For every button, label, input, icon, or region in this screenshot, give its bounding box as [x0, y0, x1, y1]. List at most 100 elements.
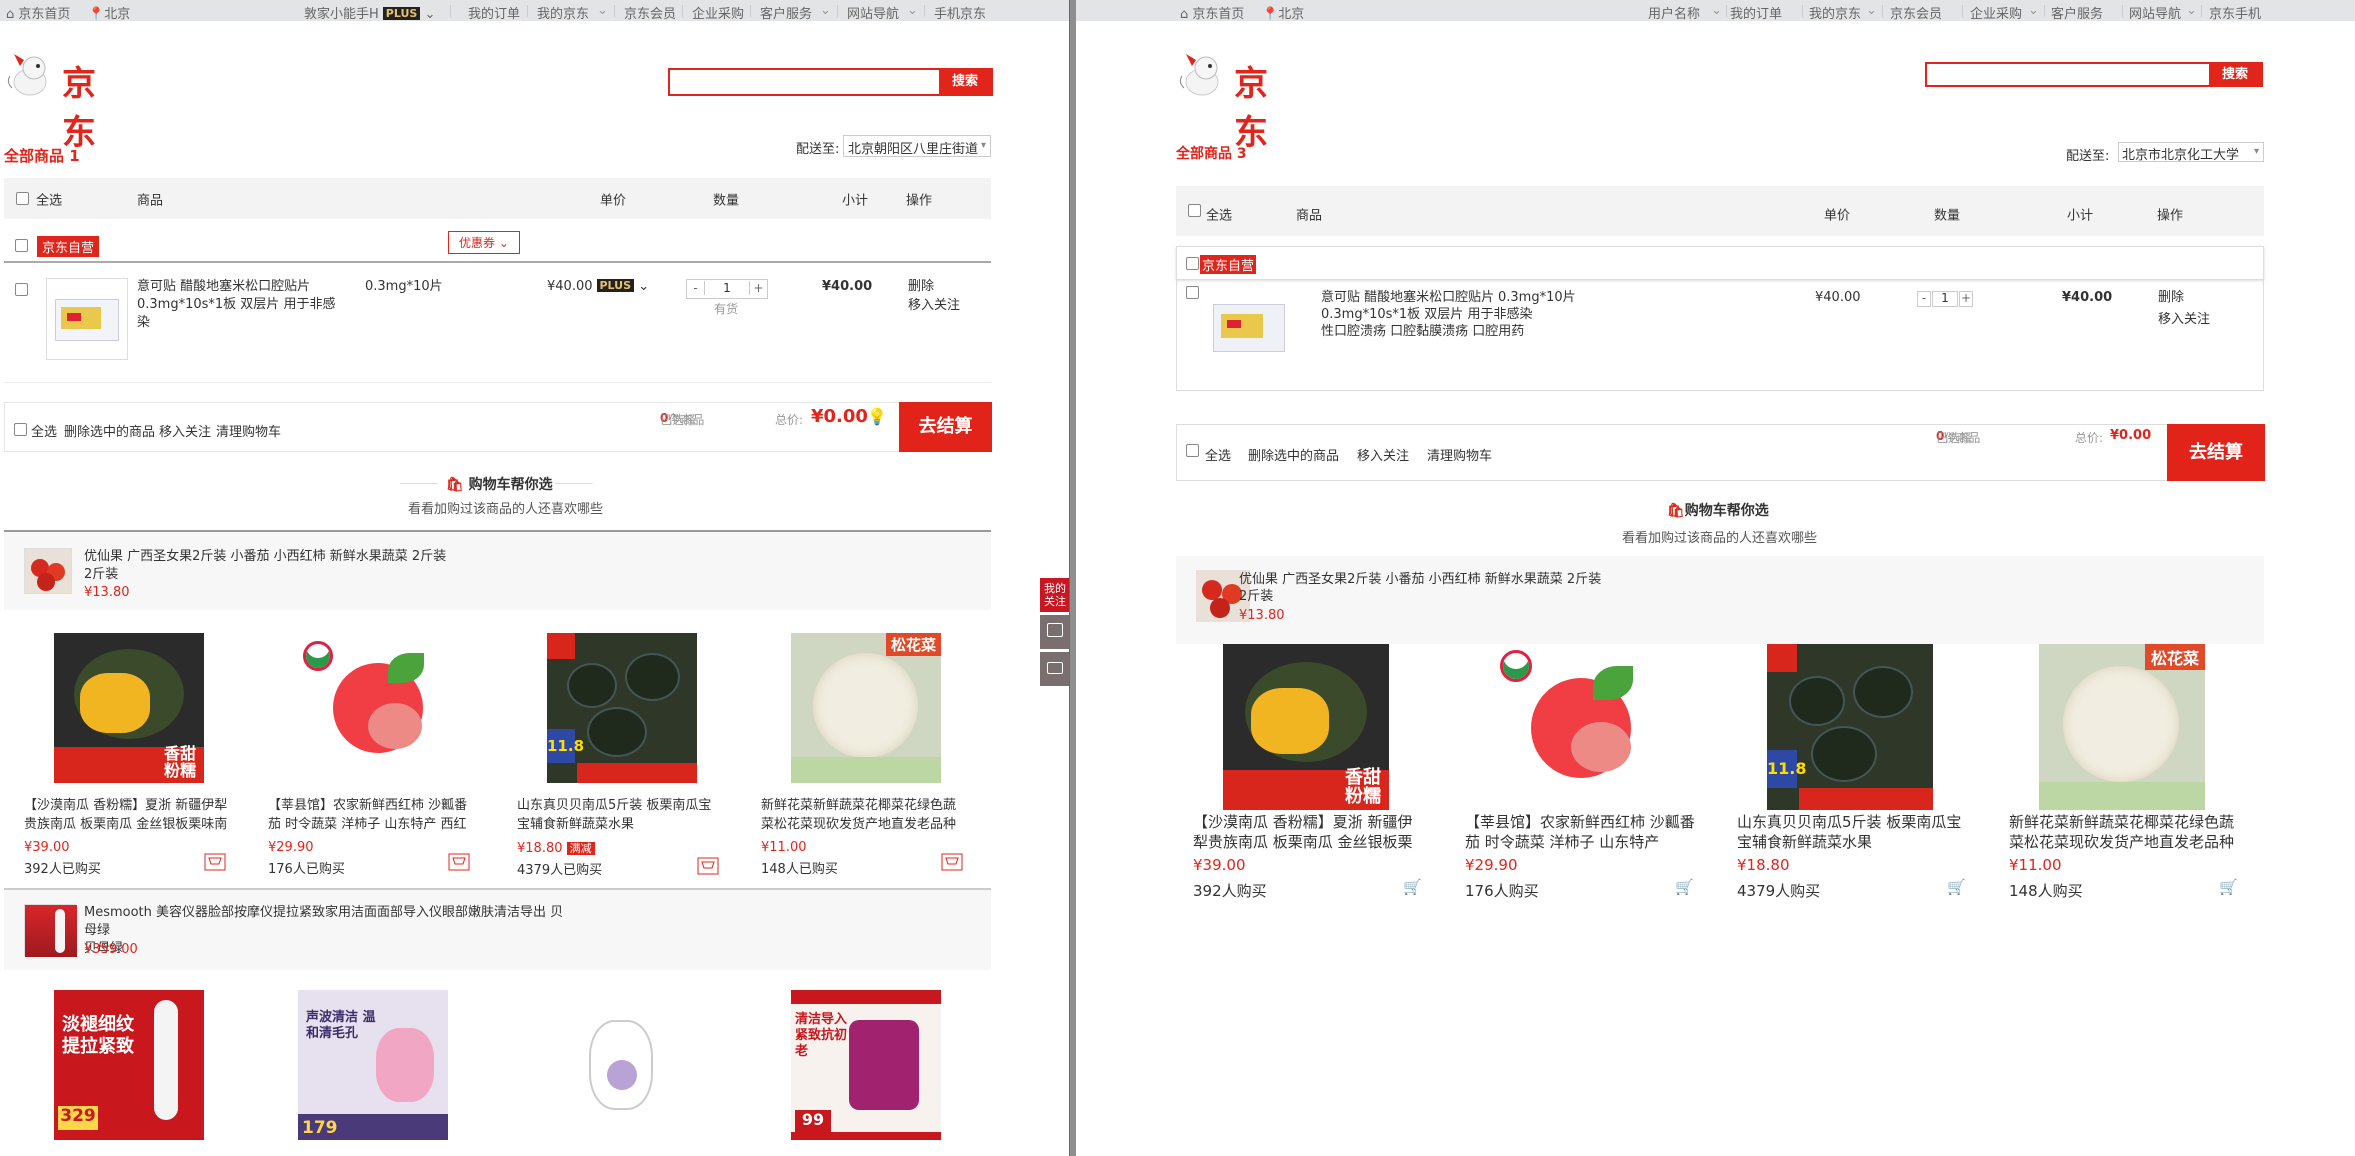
- add-to-cart-icon[interactable]: [204, 853, 226, 871]
- item-checkbox[interactable]: [1186, 286, 1199, 299]
- nav-my-orders[interactable]: 我的订单: [1730, 3, 1782, 22]
- product-price: ¥39.00: [24, 840, 70, 855]
- nav-customer-service[interactable]: 客户服务: [760, 3, 812, 22]
- header-select-all: 全选: [1206, 208, 1233, 224]
- product-card[interactable]: 清洁导入 紧致抗初老 99: [791, 990, 941, 1140]
- summary-move-favorite-link[interactable]: 移入关注: [1357, 445, 1409, 464]
- product-card[interactable]: 【莘县馆】农家新鲜西红柿 沙瓤番茄 时令蔬菜 洋柿子 山东特产 ¥29.90 1…: [1465, 644, 1695, 904]
- select-all-checkbox[interactable]: [1188, 204, 1201, 217]
- product-card[interactable]: 11.8 山东真贝贝南瓜5斤装 板栗南瓜宝宝辅食新鲜蔬菜水果 ¥18.80 43…: [1737, 644, 1967, 904]
- item-title[interactable]: 意可贴 醋酸地塞米松口腔贴片 0.3mg*10s*1板 双层片 用于非感染: [137, 278, 347, 332]
- nav-site-map[interactable]: 网站导航: [2129, 3, 2181, 22]
- jd-logo[interactable]: 京东: [4, 52, 96, 153]
- nav-enterprise[interactable]: 企业采购: [692, 3, 744, 22]
- nav-mobile-jd[interactable]: 京东手机: [2209, 3, 2261, 22]
- product-thumbnail[interactable]: [46, 278, 128, 360]
- location-link[interactable]: 📍北京: [1262, 3, 1304, 22]
- summary-move-favorite-link[interactable]: 移入关注: [159, 421, 211, 440]
- selected-count-text: 已选择 0 件商品: [1936, 429, 1981, 445]
- product-card[interactable]: 香甜粉糯 【沙漠南瓜 香粉糯】夏浙 新疆伊犁贵族南瓜 板栗南瓜 金丝银板栗味南瓜…: [24, 633, 227, 883]
- add-to-cart-icon[interactable]: [941, 853, 963, 871]
- nav-my-jd[interactable]: 我的京东: [1809, 3, 1861, 22]
- nav-my-orders[interactable]: 我的订单: [468, 3, 520, 22]
- qty-decrease-button[interactable]: -: [1917, 291, 1931, 307]
- product-card[interactable]: 香甜粉糯 【沙漠南瓜 香粉糯】夏浙 新疆伊犁贵族南瓜 板栗南瓜 金丝银板栗 ¥3…: [1193, 644, 1423, 904]
- product-card[interactable]: 松花菜 新鲜花菜新鲜蔬菜花椰菜花绿色蔬菜松花菜现砍发货产地直发老品种农家自种 ¥…: [761, 633, 963, 883]
- qty-input[interactable]: 1: [1932, 291, 1958, 307]
- location-link[interactable]: 📍北京: [88, 3, 130, 22]
- all-goods-tab[interactable]: 全部商品 1: [4, 145, 80, 166]
- wallet-sidebar-button[interactable]: [1040, 652, 1069, 686]
- nav-mobile-jd[interactable]: 手机京东: [934, 3, 986, 22]
- clear-cart-link[interactable]: 清理购物车: [216, 421, 281, 440]
- add-to-cart-icon[interactable]: [697, 857, 719, 875]
- checkout-button[interactable]: 去结算: [899, 402, 992, 452]
- move-favorite-link[interactable]: 移入关注: [908, 297, 960, 315]
- select-all-checkbox[interactable]: [16, 192, 29, 205]
- nav-customer-service[interactable]: 客户服务: [2051, 3, 2103, 22]
- move-favorite-link[interactable]: 移入关注: [2158, 311, 2210, 329]
- user-name-link[interactable]: 敦家小能手H PLUS ⌄: [304, 3, 435, 22]
- nav-user-name[interactable]: 用户名称: [1648, 3, 1700, 22]
- search-input[interactable]: [1927, 64, 2211, 85]
- nav-my-jd[interactable]: 我的京东: [537, 3, 589, 22]
- search-button[interactable]: 搜索: [2209, 64, 2261, 85]
- summary-select-all-checkbox[interactable]: [14, 423, 27, 436]
- item-checkbox[interactable]: [15, 283, 28, 296]
- buyers-count: 392人已购买: [24, 862, 101, 877]
- add-to-cart-icon[interactable]: [448, 853, 470, 871]
- product-card[interactable]: 声波清洁 温和清毛孔 179: [298, 990, 448, 1140]
- home-link[interactable]: ⌂ 京东首页: [1180, 3, 1244, 22]
- nav-enterprise[interactable]: 企业采购: [1970, 3, 2022, 22]
- product-thumbnail[interactable]: [1211, 300, 1289, 358]
- product-card[interactable]: 【莘县馆】农家新鲜西红柿 沙瓤番茄 时令蔬菜 洋柿子 山东特产 西红柿 ¥29.…: [268, 633, 470, 883]
- cart-icon[interactable]: 🛒: [1403, 878, 1422, 896]
- qty-input[interactable]: 1: [705, 281, 749, 295]
- cart-icon[interactable]: 🛒: [2219, 878, 2238, 896]
- all-goods-tab[interactable]: 全部商品 3: [1176, 143, 1247, 163]
- summary-select-all-checkbox[interactable]: [1186, 444, 1199, 457]
- coupon-button[interactable]: 优惠券 ⌄: [448, 231, 520, 254]
- recommend-source-item[interactable]: 优仙果 广西圣女果2斤装 小番茄 小西红柿 新鲜水果蔬菜 2斤装 2斤装 ¥13.…: [4, 532, 991, 610]
- buyers-count: 176人购买: [1465, 882, 1539, 900]
- qty-increase-button[interactable]: +: [749, 281, 767, 295]
- product-card[interactable]: 松花菜 新鲜花菜新鲜蔬菜花椰菜花绿色蔬菜松花菜现砍发货产地直发老品种 ¥11.0…: [2009, 644, 2239, 904]
- recommend-source-item[interactable]: 优仙果 广西圣女果2斤装 小番茄 小西红柿 新鲜水果蔬菜 2斤装 2斤装 ¥13.…: [1176, 556, 2264, 644]
- qty-decrease-button[interactable]: -: [687, 281, 705, 295]
- my-favorite-button[interactable]: 我的关注: [1040, 578, 1069, 612]
- search-button[interactable]: 搜索: [939, 70, 991, 94]
- shop-checkbox[interactable]: [15, 239, 28, 252]
- chevron-down-icon: ⌄: [2028, 3, 2039, 18]
- clear-cart-link[interactable]: 清理购物车: [1427, 445, 1492, 464]
- delete-link[interactable]: 删除: [908, 278, 934, 296]
- product-card[interactable]: 淡褪细纹 提拉紧致 329: [54, 990, 204, 1140]
- source-item-title: Mesmooth 美容仪器脸部按摩仪提拉紧致家用洁面面部导入仪眼部嫩肤清洁导出 …: [84, 905, 564, 956]
- cart-sidebar-button[interactable]: [1040, 615, 1069, 649]
- product-card[interactable]: [547, 990, 697, 1140]
- selected-count-text[interactable]: 已选择 0 件商品 ⌃: [660, 411, 704, 427]
- shop-tag[interactable]: 京东自营: [1200, 255, 1257, 274]
- product-image: 香甜粉糯: [1223, 644, 1389, 810]
- product-image: [298, 633, 448, 783]
- window-divider[interactable]: [1069, 0, 1076, 1156]
- delete-selected-link[interactable]: 删除选中的商品: [64, 421, 155, 440]
- shop-tag[interactable]: 京东自营: [37, 236, 100, 257]
- cart-icon[interactable]: 🛒: [1675, 878, 1694, 896]
- shop-checkbox[interactable]: [1186, 257, 1199, 270]
- delete-selected-link[interactable]: 删除选中的商品: [1248, 445, 1339, 464]
- qty-increase-button[interactable]: +: [1959, 291, 1973, 307]
- home-link[interactable]: ⌂ 京东首页: [6, 3, 70, 22]
- address-select[interactable]: 北京朝阳区八里庄街道 ▾: [843, 135, 991, 157]
- nav-jd-member[interactable]: 京东会员: [624, 3, 676, 22]
- cart-icon[interactable]: 🛒: [1947, 878, 1966, 896]
- recommend-source-item[interactable]: Mesmooth 美容仪器脸部按摩仪提拉紧致家用洁面面部导入仪眼部嫩肤清洁导出 …: [4, 890, 991, 970]
- lightbulb-icon[interactable]: 💡: [867, 407, 887, 426]
- delete-link[interactable]: 删除: [2158, 289, 2184, 307]
- checkout-button[interactable]: 去结算: [2167, 424, 2265, 481]
- nav-jd-member[interactable]: 京东会员: [1890, 3, 1942, 22]
- jd-logo[interactable]: 京东: [1176, 52, 1268, 153]
- nav-site-map[interactable]: 网站导航: [847, 3, 899, 22]
- search-input[interactable]: [670, 70, 940, 94]
- address-select[interactable]: 北京市北京化工大学 ▾: [2118, 142, 2264, 162]
- product-card[interactable]: 11.8 山东真贝贝南瓜5斤装 板栗南瓜宝宝辅食新鲜蔬菜水果 ¥18.80 满减…: [517, 633, 719, 883]
